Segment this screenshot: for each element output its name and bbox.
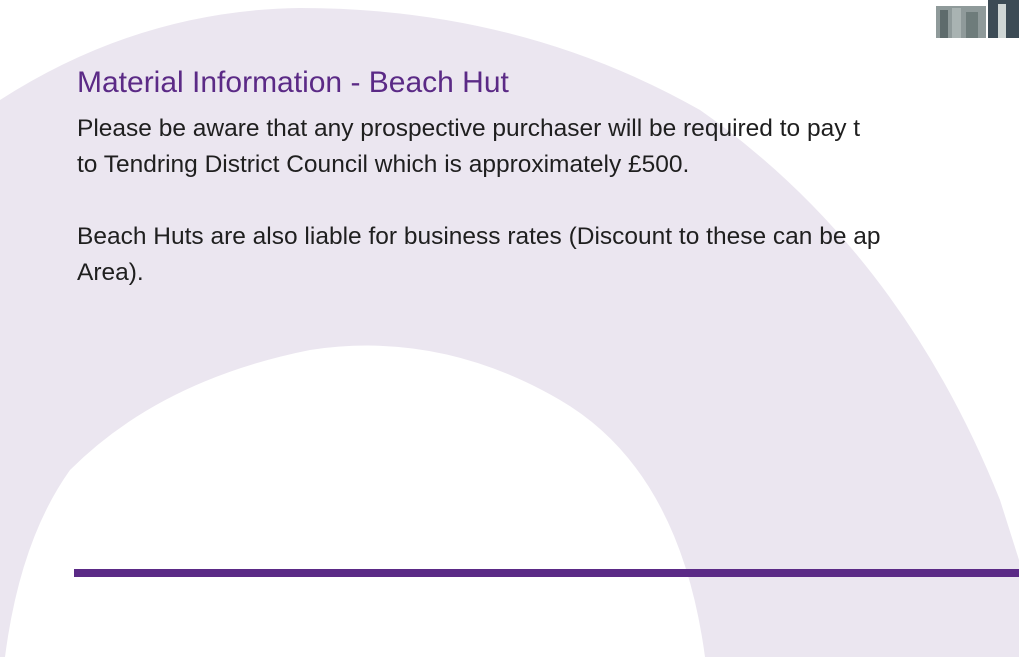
paragraph-line: to Tendring District Council which is ap… — [77, 151, 690, 178]
paragraph-line: Please be aware that any prospective pur… — [77, 115, 861, 142]
section-divider — [74, 569, 1019, 577]
property-photo-thumbnail — [936, 0, 1019, 38]
document-page: Material Information - Beach Hut Please … — [0, 0, 1019, 657]
paragraph-line: Beach Huts are also liable for business … — [77, 223, 881, 250]
section-body: Please be aware that any prospective pur… — [77, 111, 1019, 291]
section-heading: Material Information - Beach Hut — [77, 66, 509, 99]
paragraph-line: Area). — [77, 259, 144, 286]
